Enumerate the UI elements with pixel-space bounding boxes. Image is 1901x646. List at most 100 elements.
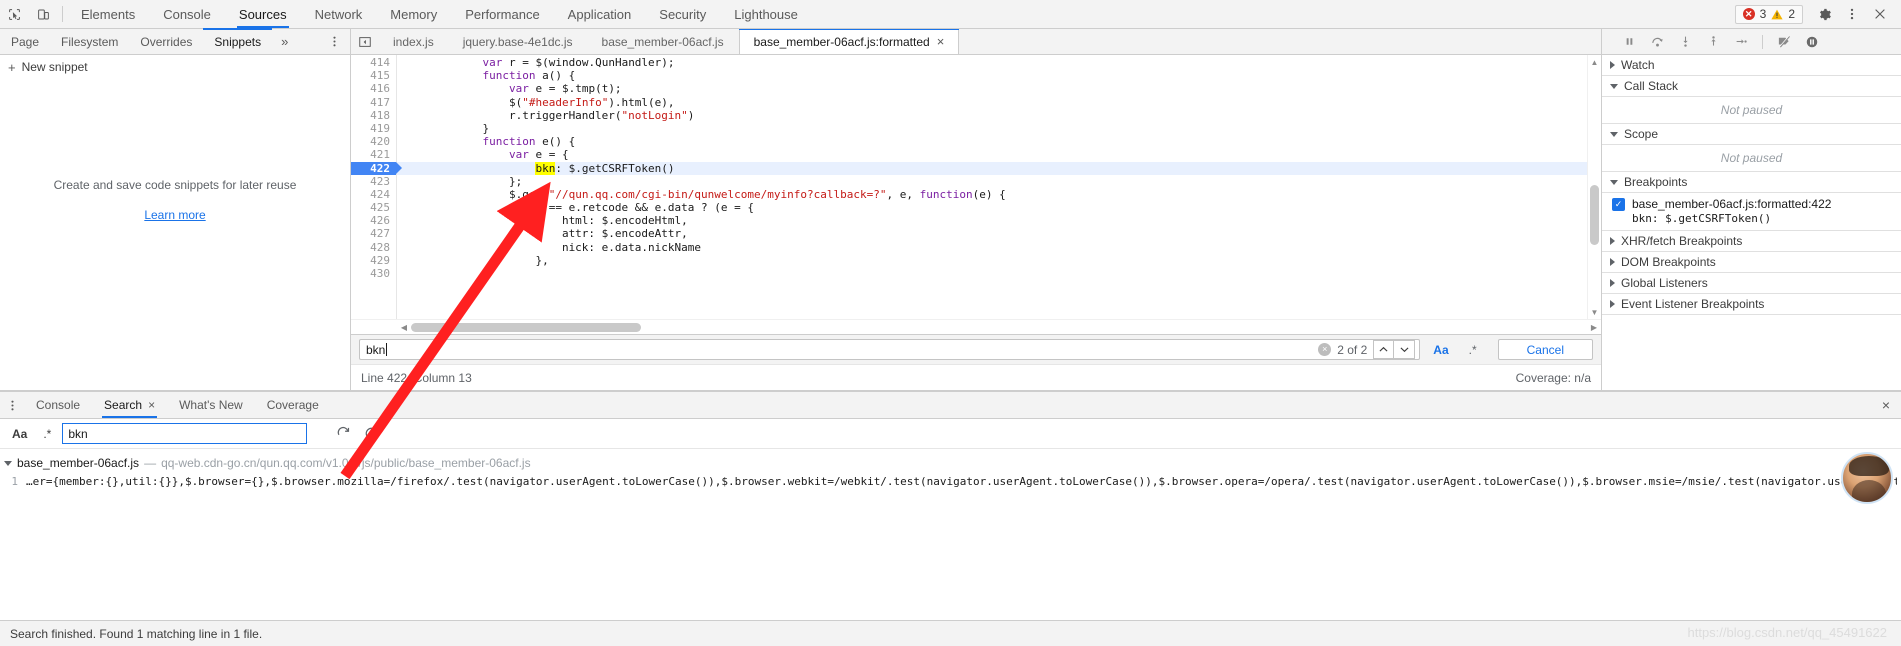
code-line-418[interactable]: r.triggerHandler("notLogin") xyxy=(397,109,1587,122)
code-line-420[interactable]: function e() { xyxy=(397,135,1587,148)
clear-search-icon[interactable]: × xyxy=(1318,343,1332,356)
section-xhr-fetch-breakpoints[interactable]: XHR/fetch Breakpoints xyxy=(1602,231,1901,252)
gear-icon[interactable] xyxy=(1811,1,1837,27)
tab-memory[interactable]: Memory xyxy=(376,0,451,28)
line-number[interactable]: 423 xyxy=(351,175,396,188)
sidebar-item-overrides[interactable]: Overrides xyxy=(129,29,203,54)
code-line-419[interactable]: } xyxy=(397,122,1587,135)
tab-performance[interactable]: Performance xyxy=(451,0,553,28)
breakpoint-list-item[interactable]: ✓ base_member-06acf.js:formatted:422 bkn… xyxy=(1602,193,1901,231)
tab-list-icon[interactable] xyxy=(351,29,379,54)
editor-horizontal-scrollbar[interactable]: ◀ ▶ xyxy=(351,319,1601,334)
search-match-case-button[interactable]: Aa xyxy=(4,423,35,445)
section-dom-breakpoints[interactable]: DOM Breakpoints xyxy=(1602,252,1901,273)
code-line-416[interactable]: var e = $.tmp(t); xyxy=(397,82,1587,95)
search-regex-button[interactable]: .* xyxy=(35,423,59,445)
line-number[interactable]: 428 xyxy=(351,241,396,254)
find-next-button[interactable] xyxy=(1394,340,1416,359)
refresh-icon[interactable] xyxy=(329,422,357,446)
code-line-417[interactable]: $("#headerInfo").html(e), xyxy=(397,96,1587,109)
line-number[interactable]: 419 xyxy=(351,122,396,135)
editor-tab-base-member-formatted[interactable]: base_member-06acf.js:formatted × xyxy=(738,29,960,54)
regex-button[interactable]: .* xyxy=(1462,340,1484,360)
line-number-gutter[interactable]: 414 415 416 417 418 419 420 421 422 423 … xyxy=(351,55,402,319)
cancel-button[interactable]: Cancel xyxy=(1497,339,1593,360)
line-number[interactable]: 415 xyxy=(351,69,396,82)
step-over-button[interactable] xyxy=(1644,30,1670,54)
step-into-button[interactable] xyxy=(1672,30,1698,54)
scroll-left-icon[interactable]: ◀ xyxy=(397,323,411,332)
drawer-close-icon[interactable]: × xyxy=(1871,392,1901,418)
issues-badge[interactable]: ✕ 3 2 xyxy=(1734,4,1803,24)
code-line-421[interactable]: var e = { xyxy=(397,148,1587,161)
learn-more-link[interactable]: Learn more xyxy=(144,208,205,222)
code-line-414[interactable]: var r = $(window.QunHandler); xyxy=(397,56,1587,69)
section-call-stack[interactable]: Call Stack xyxy=(1602,76,1901,97)
sidebar-item-snippets[interactable]: Snippets xyxy=(203,28,272,54)
line-number[interactable]: 417 xyxy=(351,96,396,109)
drawer-tab-search[interactable]: Search × xyxy=(92,392,167,418)
drawer-tab-console[interactable]: Console xyxy=(24,392,92,418)
drawer-tab-coverage[interactable]: Coverage xyxy=(255,392,331,418)
code-line-422[interactable]: bkn: $.getCSRFToken() xyxy=(397,161,1587,175)
editor-tab-base-member[interactable]: base_member-06acf.js xyxy=(588,29,739,54)
section-event-listener-breakpoints[interactable]: Event Listener Breakpoints xyxy=(1602,294,1901,315)
code-line-428[interactable]: nick: e.data.nickName xyxy=(397,241,1587,254)
breakpoint-marker-line-422[interactable]: 422 xyxy=(351,161,402,175)
line-number[interactable]: 421 xyxy=(351,148,396,161)
code-line-426[interactable]: html: $.encodeHtml, xyxy=(397,214,1587,227)
sidebar-item-filesystem[interactable]: Filesystem xyxy=(50,29,129,54)
step-button[interactable] xyxy=(1728,30,1754,54)
new-snippet-button[interactable]: + New snippet xyxy=(0,55,350,79)
line-number[interactable]: 426 xyxy=(351,214,396,227)
kebab-menu-icon[interactable] xyxy=(1839,1,1865,27)
drawer-tab-whats-new[interactable]: What's New xyxy=(167,392,255,418)
scroll-up-icon[interactable]: ▲ xyxy=(1588,55,1601,69)
sidebar-item-page[interactable]: Page xyxy=(0,29,50,54)
scroll-down-icon[interactable]: ▼ xyxy=(1588,305,1601,319)
more-tabs-icon[interactable]: » xyxy=(272,29,297,54)
line-number[interactable]: 425 xyxy=(351,201,396,214)
section-watch[interactable]: Watch xyxy=(1602,55,1901,76)
code-line-423[interactable]: }; xyxy=(397,175,1587,188)
search-input[interactable]: bkn xyxy=(62,423,308,444)
code-line-415[interactable]: function a() { xyxy=(397,69,1587,82)
close-icon[interactable]: × xyxy=(148,398,155,412)
code-line-424[interactable]: $.get("//qun.qq.com/cgi-bin/qunwelcome/m… xyxy=(397,188,1587,201)
line-number[interactable]: 414 xyxy=(351,56,396,69)
breakpoint-checkbox[interactable]: ✓ xyxy=(1612,198,1625,211)
find-input-wrapper[interactable]: bkn × 2 of 2 xyxy=(359,339,1421,360)
section-breakpoints[interactable]: Breakpoints xyxy=(1602,172,1901,193)
line-number[interactable]: 424 xyxy=(351,188,396,201)
close-icon[interactable]: × xyxy=(937,35,945,48)
search-result-file-header[interactable]: base_member-06acf.js — qq-web.cdn-go.cn/… xyxy=(0,453,1901,473)
tab-network[interactable]: Network xyxy=(301,0,377,28)
line-number[interactable]: 416 xyxy=(351,82,396,95)
line-number[interactable]: 430 xyxy=(351,267,396,280)
line-number[interactable]: 418 xyxy=(351,109,396,122)
close-icon[interactable] xyxy=(1867,1,1893,27)
tab-elements[interactable]: Elements xyxy=(67,0,149,28)
code-line-427[interactable]: attr: $.encodeAttr, xyxy=(397,227,1587,240)
step-out-button[interactable] xyxy=(1700,30,1726,54)
section-global-listeners[interactable]: Global Listeners xyxy=(1602,273,1901,294)
inspect-cursor-icon[interactable] xyxy=(0,0,29,28)
tab-sources[interactable]: Sources xyxy=(225,0,301,28)
pause-resume-button[interactable] xyxy=(1616,30,1642,54)
device-toolbar-icon[interactable] xyxy=(29,0,58,28)
match-case-button[interactable]: Aa xyxy=(1426,340,1455,360)
code-line-429[interactable]: }, xyxy=(397,254,1587,267)
navigator-menu-icon[interactable] xyxy=(319,29,350,54)
section-scope[interactable]: Scope xyxy=(1602,124,1901,145)
tab-security[interactable]: Security xyxy=(645,0,720,28)
code-line-430[interactable] xyxy=(397,267,1587,280)
editor-tab-index-js[interactable]: index.js xyxy=(379,29,449,54)
scrollbar-thumb[interactable] xyxy=(1590,185,1599,245)
editor-tab-jquery-base[interactable]: jquery.base-4e1dc.js xyxy=(449,29,588,54)
line-number[interactable]: 420 xyxy=(351,135,396,148)
tab-lighthouse[interactable]: Lighthouse xyxy=(720,0,812,28)
find-previous-button[interactable] xyxy=(1373,340,1395,359)
line-number[interactable]: 427 xyxy=(351,227,396,240)
clear-icon[interactable] xyxy=(357,422,385,446)
code-line-425[interactable]: 0 == e.retcode && e.data ? (e = { xyxy=(397,201,1587,214)
